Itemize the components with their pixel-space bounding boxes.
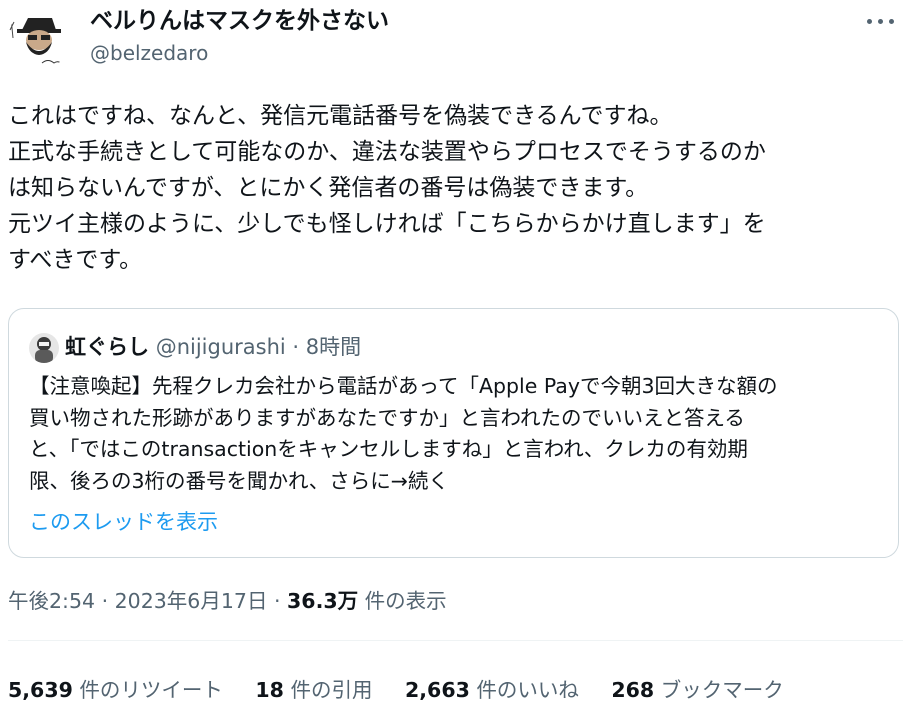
bookmarks-count: 268	[611, 678, 655, 702]
quoted-author-avatar	[29, 333, 59, 363]
tweet-time[interactable]: 午後2:54	[8, 589, 95, 613]
views-label: 件の表示	[364, 589, 447, 613]
bookmarks-stat[interactable]: 268 ブックマーク	[611, 675, 783, 705]
quoted-tweet-line: と、「ではこのtransactionをキャンセルしますね」と言われ、クレカの有効…	[29, 437, 748, 461]
quotes-label: 件の引用	[290, 678, 373, 702]
retweets-stat[interactable]: 5,639 件のリツイート	[8, 675, 223, 705]
author-handle[interactable]: @belzedaro	[90, 40, 208, 66]
tweet-header: ベルりんはマスクを外さない @belzedaro	[0, 0, 911, 80]
tweet-date[interactable]: 2023年6月17日	[115, 589, 268, 613]
quoted-tweet-line: 【注意喚起】先程クレカ会社から電話があって「Apple Payで今朝3回大きな額…	[29, 374, 778, 398]
likes-stat[interactable]: 2,663 件のいいね	[405, 675, 579, 705]
more-dot	[889, 19, 894, 24]
quoted-tweet-body: 【注意喚起】先程クレカ会社から電話があって「Apple Payで今朝3回大きな額…	[29, 371, 884, 497]
tweet-line: これはですね、なんと、発信元電話番号を偽装できるんですね。	[8, 103, 673, 129]
tweet-line: すべきです。	[8, 247, 143, 273]
quoted-tweet-line: 買い物された形跡がありますがあなたですか」と言われたのでいいえと答える	[29, 405, 745, 430]
retweets-count: 5,639	[8, 678, 73, 702]
show-thread-link[interactable]: このスレッドを表示	[29, 507, 218, 537]
quoted-separator: ·	[292, 335, 300, 359]
quotes-count: 18	[255, 678, 284, 702]
quoted-author-name: 虹ぐらし	[65, 335, 149, 359]
quoted-author-handle: @nijigurashi	[155, 335, 286, 359]
quoted-tweet-header: 虹ぐらし @nijigurashi · 8時間	[65, 331, 361, 363]
meta-separator: ·	[101, 589, 109, 613]
likes-count: 2,663	[405, 678, 470, 702]
quoted-tweet-line: 限、後ろの3桁の番号を聞かれ、さらに→続く	[29, 468, 449, 493]
meta-separator: ·	[273, 589, 281, 613]
tweet-body: これはですね、なんと、発信元電話番号を偽装できるんですね。 正式な手続きとして可…	[8, 98, 903, 278]
likes-label: 件のいいね	[476, 678, 579, 702]
quotes-stat[interactable]: 18 件の引用	[255, 675, 372, 705]
divider	[8, 640, 903, 641]
quoted-avatar-illustration	[29, 333, 59, 363]
tweet-line: 元ツイ主様のように、少しでも怪しければ「こちらからかけ直します」を	[8, 211, 766, 237]
author-avatar[interactable]	[8, 8, 70, 70]
avatar-illustration	[8, 8, 70, 70]
quoted-tweet-card[interactable]: 虹ぐらし @nijigurashi · 8時間 【注意喚起】先程クレカ会社から電…	[8, 308, 899, 558]
more-dot	[878, 19, 883, 24]
tweet-meta: 午後2:54 · 2023年6月17日 · 36.3万 件の表示	[8, 586, 447, 616]
views-count: 36.3万	[287, 589, 359, 613]
retweets-label: 件のリツイート	[79, 678, 223, 702]
engagement-stats: 5,639 件のリツイート 18 件の引用 2,663 件のいいね 268 ブッ…	[8, 675, 810, 705]
bookmarks-label: ブックマーク	[660, 678, 784, 702]
more-horizontal-icon[interactable]	[863, 6, 899, 36]
author-display-name[interactable]: ベルりんはマスクを外さない	[90, 6, 389, 36]
quoted-time: 8時間	[305, 335, 362, 359]
tweet-line: 正式な手続きとして可能なのか、違法な装置やらプロセスでそうするのか	[8, 139, 766, 165]
more-dot	[867, 19, 872, 24]
tweet-line: は知らないんですが、とにかく発信者の番号は偽装できます。	[8, 175, 649, 201]
